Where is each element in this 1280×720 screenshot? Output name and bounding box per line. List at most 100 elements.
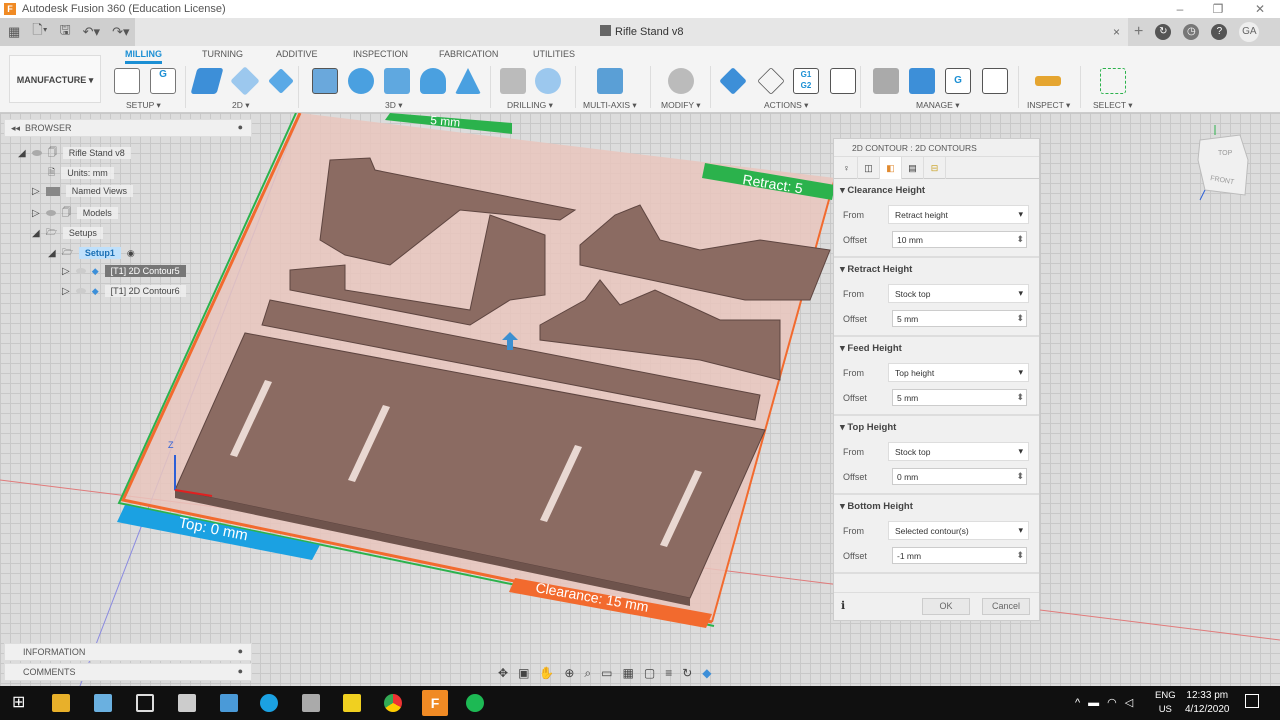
section-header[interactable]: ▾ Top Height — [834, 416, 1039, 439]
help-icon[interactable]: ? — [1211, 24, 1228, 40]
orbit-icon[interactable]: ✥ — [498, 666, 508, 680]
redo-icon[interactable]: ↷▾ — [112, 24, 129, 40]
eye-icon[interactable] — [45, 210, 56, 216]
3d-adaptive-icon[interactable] — [312, 68, 338, 94]
eye-icon[interactable] — [75, 268, 86, 274]
group-2d[interactable]: 2D ▾ — [232, 100, 250, 111]
group-manage[interactable]: MANAGE ▾ — [916, 100, 959, 111]
parallel-icon[interactable] — [384, 68, 410, 94]
document-tab[interactable]: Rifle Stand v8 — [600, 25, 683, 38]
section-header[interactable]: ▾ Bottom Height — [834, 495, 1039, 518]
from-dropdown[interactable]: Selected contour(s) — [888, 521, 1029, 540]
modify-icon[interactable] — [668, 68, 694, 94]
from-dropdown[interactable]: Retract height — [888, 205, 1029, 224]
offset-input[interactable]: 5 mm — [892, 389, 1027, 406]
offset-input[interactable]: -1 mm — [892, 547, 1027, 564]
tree-item-models[interactable]: ▷ 🗍 Models — [32, 205, 118, 221]
tab-tool[interactable]: ♀ — [836, 157, 858, 179]
clock[interactable]: 12:33 pm 4/12/2020 — [1185, 689, 1230, 717]
group-setup[interactable]: SETUP ▾ — [126, 100, 161, 111]
tool-library-icon[interactable] — [873, 68, 899, 94]
tab-fabrication[interactable]: FABRICATION — [439, 49, 498, 59]
app-icon[interactable] — [302, 694, 320, 712]
zoom-icon[interactable]: ⊕ — [564, 666, 574, 680]
2d-adaptive-icon[interactable] — [190, 68, 224, 94]
tree-item-units[interactable]: 🗎 Units: mm — [48, 165, 114, 181]
cancel-button[interactable]: Cancel — [982, 598, 1030, 615]
effects-icon[interactable]: ↻ — [682, 666, 692, 680]
group-modify[interactable]: MODIFY ▾ — [661, 100, 701, 111]
minimize-button[interactable]: – — [1160, 0, 1200, 18]
post-process-icon[interactable] — [757, 67, 785, 95]
system-tray-icons[interactable]: ^▬◠◁ — [1075, 696, 1141, 709]
measure-icon[interactable] — [1035, 76, 1061, 86]
offset-input[interactable]: 0 mm — [892, 468, 1027, 485]
hole-recognition-icon[interactable] — [535, 68, 561, 94]
save-icon[interactable]: 🖫 — [60, 21, 71, 43]
tree-item-named-views[interactable]: ▷ Named Views — [32, 185, 134, 197]
from-dropdown[interactable]: Stock top — [888, 442, 1029, 461]
multi-axis-icon[interactable] — [597, 68, 623, 94]
snipping-icon[interactable] — [178, 694, 196, 712]
user-avatar[interactable]: GA — [1239, 22, 1260, 42]
tab-passes[interactable]: ▤ — [902, 157, 924, 179]
language-indicator[interactable]: ENG US — [1155, 689, 1176, 717]
section-header[interactable]: ▾ Clearance Height — [834, 179, 1039, 202]
undo-icon[interactable]: ↶▾ — [83, 24, 100, 40]
sticky-notes-icon[interactable] — [343, 694, 361, 712]
setup-sheet-icon[interactable] — [830, 68, 856, 94]
skype-icon[interactable] — [260, 694, 278, 712]
file-menu-icon[interactable]: 🗋▾ — [32, 21, 47, 43]
job-status-icon[interactable]: ◷ — [1183, 24, 1200, 40]
look-at-icon[interactable]: ▣ — [518, 666, 529, 680]
maximize-button[interactable]: ❐ — [1198, 0, 1238, 18]
spotify-icon[interactable] — [466, 694, 484, 712]
tab-linking[interactable]: ⊟ — [924, 157, 946, 179]
3d-viewport[interactable]: Top: 0 mm Clearance: 15 mm Retract: 5 5 … — [0, 113, 1280, 686]
simulate-icon[interactable] — [719, 67, 747, 95]
eye-icon[interactable] — [31, 150, 42, 156]
face-icon[interactable] — [268, 68, 294, 94]
object-visibility-icon[interactable]: ◆ — [702, 666, 711, 680]
group-actions[interactable]: ACTIONS ▾ — [764, 100, 808, 111]
tree-item-contour6[interactable]: ▷ ◆ [T1] 2D Contour6 — [62, 285, 186, 297]
scallop-icon[interactable] — [420, 68, 446, 94]
tab-inspection[interactable]: INSPECTION — [353, 49, 408, 59]
section-header[interactable]: ▾ Retract Height — [834, 258, 1039, 281]
viewports-icon[interactable]: ▢ — [644, 666, 655, 680]
apps-grid-icon[interactable]: ▦ — [8, 24, 20, 40]
file-explorer-icon[interactable] — [52, 694, 70, 712]
chrome-icon[interactable] — [384, 694, 402, 712]
notifications-icon[interactable] — [1245, 694, 1259, 708]
windows-start-icon[interactable]: ⊞ — [12, 692, 30, 711]
terminal-icon[interactable] — [136, 694, 154, 712]
tab-geometry[interactable]: ◫ — [858, 157, 880, 179]
tab-turning[interactable]: TURNING — [202, 49, 243, 59]
information-panel[interactable]: INFORMATION ● — [4, 643, 252, 661]
tree-item-setups[interactable]: ◢ 🗁 Setups — [32, 225, 103, 241]
grid-icon[interactable]: ▦ — [623, 666, 634, 680]
select-window-icon[interactable] — [1100, 68, 1126, 94]
extensions-icon[interactable]: ↻ — [1155, 24, 1172, 40]
group-3d[interactable]: 3D ▾ — [385, 100, 403, 111]
app-icon[interactable] — [220, 694, 238, 712]
section-header[interactable]: ▾ Feed Height — [834, 337, 1039, 360]
group-inspect[interactable]: INSPECT ▾ — [1027, 100, 1070, 111]
ok-button[interactable]: OK — [922, 598, 970, 615]
contour-icon[interactable] — [455, 68, 481, 94]
post-library-icon[interactable]: G — [945, 68, 971, 94]
from-dropdown[interactable]: Stock top — [888, 284, 1029, 303]
tree-item-setup1[interactable]: ◢ 🗁 Setup1 ◉ — [48, 245, 135, 261]
browser-pin-icon[interactable]: ● — [238, 122, 243, 132]
pan-icon[interactable]: ✋ — [539, 666, 554, 680]
tab-utilities[interactable]: UTILITIES — [533, 49, 575, 59]
close-tab-icon[interactable]: × — [1113, 25, 1120, 39]
nc-program-icon[interactable]: G — [150, 68, 176, 94]
setup-folder-icon[interactable] — [114, 68, 140, 94]
close-window-button[interactable]: ✕ — [1240, 0, 1280, 18]
info-icon[interactable]: ℹ — [841, 599, 845, 612]
fusion360-taskbar-icon[interactable]: F — [422, 690, 448, 716]
from-dropdown[interactable]: Top height — [888, 363, 1029, 382]
workspace-switcher[interactable]: MANUFACTURE ▾ — [9, 55, 101, 103]
tab-milling[interactable]: MILLING — [125, 49, 162, 64]
